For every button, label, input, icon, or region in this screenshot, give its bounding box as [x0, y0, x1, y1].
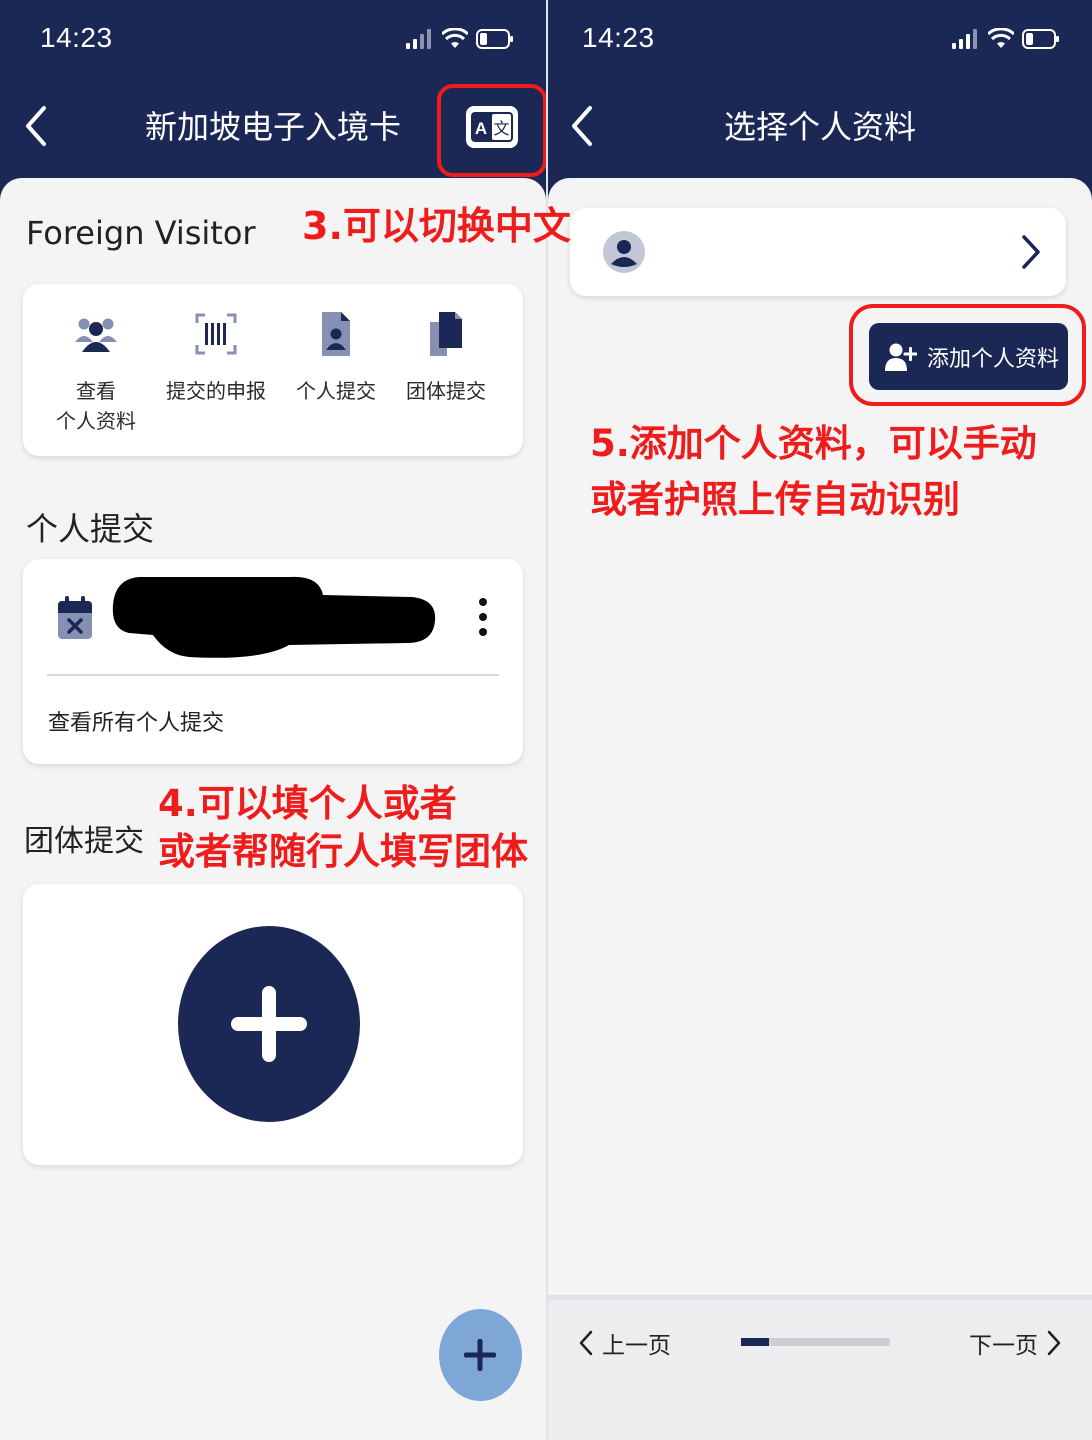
- person-document-icon: [322, 312, 350, 356]
- chevron-left-icon: [579, 1330, 593, 1356]
- barcode-icon: [195, 313, 237, 355]
- view-all-individual-link[interactable]: 查看所有个人提交: [48, 705, 224, 737]
- annotation-4-line1: 4.可以填个人或者: [158, 782, 457, 825]
- group-section-title: 团体提交: [24, 824, 144, 859]
- plus-icon: [231, 986, 307, 1062]
- redacted-name-block: [112, 576, 436, 658]
- submission-item[interactable]: [23, 559, 523, 673]
- quick-action-submitted-declarations-label: 提交的申报: [166, 379, 266, 403]
- visitor-type-label: Foreign Visitor: [26, 214, 256, 252]
- next-page-button[interactable]: 下一页: [969, 1326, 1062, 1360]
- status-time: 14:23: [582, 22, 655, 53]
- chevron-right-icon: [1022, 235, 1040, 269]
- profile-select-row[interactable]: [570, 208, 1066, 296]
- footer-bar: 上一页 下一页: [548, 1295, 1092, 1440]
- add-profile-highlight: [849, 304, 1086, 406]
- battery-icon: [476, 29, 513, 49]
- quick-action-individual-submission[interactable]: 个人提交: [281, 306, 391, 406]
- documents-icon: [430, 312, 462, 356]
- individual-section-title: 个人提交: [26, 510, 155, 548]
- plus-icon: [464, 1339, 496, 1371]
- language-toggle-highlight: [437, 84, 546, 177]
- quick-action-submitted-declarations[interactable]: 提交的申报: [161, 306, 271, 406]
- wifi-icon: [988, 28, 1014, 48]
- prev-page-label: 上一页: [602, 1333, 671, 1359]
- signal-icon: [406, 29, 431, 49]
- more-options-button[interactable]: [471, 593, 495, 643]
- floating-add-button[interactable]: [439, 1309, 522, 1401]
- card-divider: [47, 674, 499, 676]
- quick-action-group-submission[interactable]: 团体提交: [391, 306, 501, 406]
- more-vertical-icon: [479, 598, 487, 636]
- progress-fill: [741, 1338, 770, 1346]
- avatar-icon: [603, 231, 645, 273]
- add-group-button[interactable]: [178, 926, 360, 1122]
- qi-label-0: 查看 个人资料: [56, 379, 136, 433]
- group-submission-card: [23, 884, 523, 1165]
- quick-action-view-profile[interactable]: 查看 个人资料: [41, 306, 151, 436]
- chevron-right-icon: [1047, 1330, 1061, 1356]
- battery-icon: [1022, 29, 1059, 49]
- progress-track: [741, 1338, 890, 1346]
- signal-icon: [952, 29, 977, 49]
- status-icons: [406, 28, 514, 50]
- quick-action-group-submission-label: 团体提交: [406, 379, 486, 403]
- wifi-icon: [442, 28, 468, 48]
- quick-actions-card: 查看 个人资料 提交的申报 个人提交 团体提交: [23, 284, 523, 456]
- quick-action-view-profile-label: 查看 个人资料: [41, 376, 151, 436]
- prev-page-button[interactable]: 上一页: [578, 1326, 671, 1360]
- individual-submission-card: 查看所有个人提交: [23, 559, 523, 764]
- right-screen: 14:23 选择个人资料 添加个人资料 上一页 下一页: [548, 0, 1092, 1440]
- quick-action-individual-submission-label: 个人提交: [296, 379, 376, 403]
- status-icons: [952, 28, 1060, 50]
- calendar-cancel-icon: [58, 596, 92, 639]
- status-time: 14:23: [40, 22, 113, 53]
- users-icon: [75, 318, 117, 352]
- annotation-3: 3.可以切换中文: [302, 204, 571, 248]
- annotation-4-line2: 或者帮随行人填写团体: [158, 830, 528, 873]
- next-page-label: 下一页: [969, 1333, 1038, 1359]
- page-title: 选择个人资料: [723, 108, 916, 146]
- annotation-5-line1: 5.添加个人资料，可以手动: [590, 422, 1037, 465]
- annotation-5-line2: 或者护照上传自动识别: [590, 478, 960, 521]
- content-sheet: 添加个人资料: [548, 178, 1092, 1440]
